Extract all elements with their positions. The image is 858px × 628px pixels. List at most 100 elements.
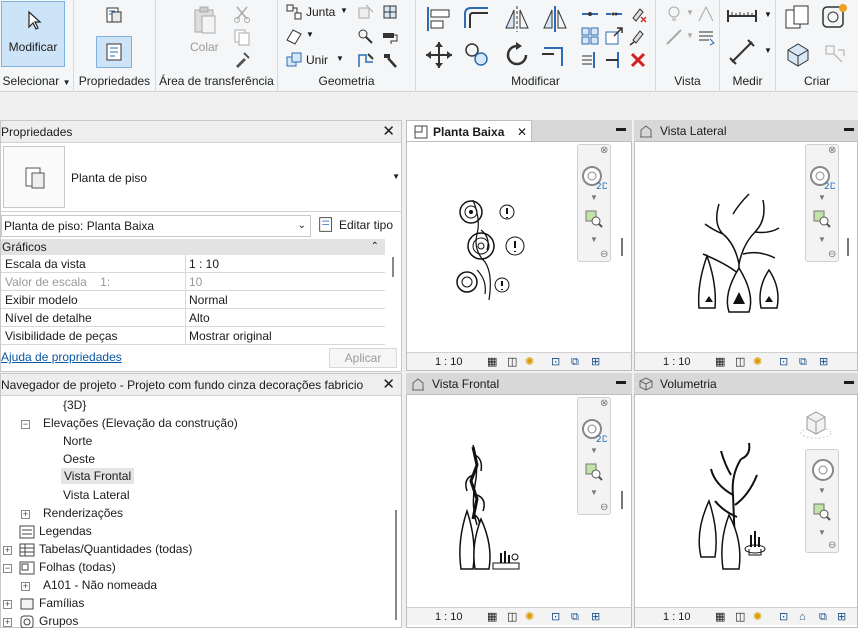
unite-label[interactable]: Unir: [306, 53, 328, 67]
tree-item-sheet-a101[interactable]: A101 - Não nomeada: [43, 578, 157, 592]
filter-lines-icon[interactable]: [696, 27, 716, 47]
edit-type-button[interactable]: Editar tipo: [317, 215, 399, 237]
property-row[interactable]: Visibilidade de peças Mostrar original: [1, 327, 385, 345]
visual-style-icon[interactable]: ◫: [735, 353, 745, 371]
split-element-icon[interactable]: [580, 4, 600, 24]
temporary-hide-icon[interactable]: ⧉: [819, 608, 827, 626]
close-icon[interactable]: ✕: [382, 121, 395, 143]
wall-joins-icon[interactable]: [380, 2, 400, 22]
view-scrollbar[interactable]: [847, 238, 849, 256]
tab-menu-icon[interactable]: ▬: [616, 123, 626, 134]
tree-item-groups[interactable]: Grupos: [39, 614, 78, 628]
hide-chevron-icon[interactable]: ▼: [686, 8, 694, 17]
sun-path-icon[interactable]: ✺: [525, 608, 534, 626]
temporary-hide-icon[interactable]: ⧉: [571, 353, 579, 371]
edit-profile-icon[interactable]: [356, 50, 376, 70]
copy-element-icon[interactable]: [462, 40, 492, 70]
create-assembly-icon[interactable]: [784, 40, 812, 68]
view-scrollbar[interactable]: [621, 491, 623, 509]
delete-icon[interactable]: [628, 50, 648, 70]
expand-toggle-icon[interactable]: +: [3, 600, 12, 609]
align-icon[interactable]: [424, 4, 454, 34]
crop-view-icon[interactable]: ⊡: [551, 608, 560, 626]
minus-icon[interactable]: ⊖: [828, 540, 836, 551]
offset-icon[interactable]: [462, 4, 492, 34]
join-chevron-icon[interactable]: ▼: [340, 6, 348, 15]
detail-level-icon[interactable]: ▦: [715, 608, 725, 626]
minus-icon[interactable]: ⊖: [828, 249, 836, 260]
detail-level-icon[interactable]: ▦: [715, 353, 725, 371]
tree-item-3d[interactable]: {3D}: [63, 398, 86, 412]
property-row[interactable]: Escala da vista 1 : 10: [1, 255, 385, 273]
dimension-chevron-icon[interactable]: ▼: [764, 46, 772, 55]
visual-style-icon[interactable]: ◫: [507, 353, 517, 371]
minus-icon[interactable]: ⊖: [600, 249, 608, 260]
tab-vista-lateral[interactable]: Vista Lateral: [634, 120, 760, 142]
split-gap-icon[interactable]: [604, 4, 624, 24]
view-scale[interactable]: 1 : 10: [663, 353, 691, 371]
visual-style-icon[interactable]: ◫: [507, 608, 517, 626]
sun-path-icon[interactable]: ✺: [753, 608, 762, 626]
browser-scrollbar[interactable]: [391, 396, 401, 628]
reveal-hidden-icon[interactable]: ⊞: [591, 353, 600, 371]
join-label[interactable]: Junta: [306, 5, 335, 19]
zoom-icon[interactable]: [584, 209, 604, 229]
steering-wheel-icon[interactable]: 2D: [809, 165, 835, 191]
cut-icon[interactable]: [232, 4, 252, 24]
chevron-down-icon[interactable]: ▼: [590, 193, 598, 202]
view-vista-lateral[interactable]: ⊗ 2D ▼ ▼ ⊖ 1 : 10 ▦ ◫ ✺ ⊡ ⧉ ⊞: [634, 141, 858, 371]
crop-view-icon[interactable]: ⊡: [779, 353, 788, 371]
type-selector[interactable]: Planta de piso ▼: [1, 144, 402, 212]
reveal-hidden-icon[interactable]: ⊞: [837, 608, 846, 626]
tree-item-sheets[interactable]: Folhas (todas): [39, 560, 116, 574]
view-scale[interactable]: 1 : 10: [663, 608, 691, 626]
type-properties-icon[interactable]: [104, 5, 124, 25]
cut-geometry-icon[interactable]: [356, 2, 376, 22]
property-row[interactable]: Exibir modelo Normal: [1, 291, 385, 309]
close-icon[interactable]: ⊗: [600, 145, 608, 156]
tree-item-legends[interactable]: Legendas: [39, 524, 92, 538]
properties-scrollbar[interactable]: [387, 255, 399, 345]
line-work-icon[interactable]: [664, 27, 684, 47]
trim-single-icon[interactable]: [604, 50, 624, 70]
match-properties-icon[interactable]: [232, 50, 252, 70]
steering-wheel-icon[interactable]: 2D: [581, 165, 607, 191]
navigation-bar[interactable]: ⊗ 2D ▼ ▼ ⊖: [577, 397, 611, 515]
chevron-down-icon[interactable]: ▼: [590, 488, 598, 497]
crop-view-icon[interactable]: ⊡: [779, 608, 788, 626]
close-icon[interactable]: ⊗: [600, 398, 608, 409]
view-vista-frontal[interactable]: ⊗ 2D ▼ ▼ ⊖ 1 : 10 ▦ ◫ ✺ ⊡ ⧉ ⊞: [406, 394, 632, 628]
mirror-draw-axis-icon[interactable]: [540, 4, 570, 34]
expand-toggle-icon[interactable]: +: [21, 582, 30, 591]
chevron-down-icon[interactable]: ▼: [590, 235, 598, 244]
detail-level-icon[interactable]: ▦: [487, 353, 497, 371]
sun-path-icon[interactable]: ✺: [525, 353, 534, 371]
instance-selector[interactable]: Planta de piso: Planta Baixa ⌄: [1, 215, 311, 237]
steering-wheel-icon[interactable]: [811, 458, 835, 482]
temporary-hide-icon[interactable]: ⧉: [799, 353, 807, 371]
modify-button[interactable]: Modificar: [1, 1, 65, 67]
collapse-toggle-icon[interactable]: −: [21, 420, 30, 429]
browser-scroll-thumb[interactable]: [395, 510, 397, 620]
tree-item-families[interactable]: Famílias: [39, 596, 84, 610]
navigation-bar[interactable]: ▼ ▼ ⊖: [805, 449, 839, 553]
chevron-down-icon[interactable]: ▼: [818, 193, 826, 202]
tree-item-front-view[interactable]: Vista Frontal: [61, 468, 135, 484]
tab-vista-frontal[interactable]: Vista Frontal: [406, 373, 532, 395]
tree-item-north[interactable]: Norte: [63, 434, 92, 448]
properties-help-link[interactable]: Ajuda de propriedades: [1, 350, 122, 364]
hammer-icon[interactable]: [380, 50, 400, 70]
trim-extend-icon[interactable]: [540, 40, 570, 70]
cope-icon[interactable]: [284, 2, 304, 22]
override-graphics-icon[interactable]: [696, 4, 716, 24]
view-scale[interactable]: 1 : 10: [435, 353, 463, 371]
demolish-icon[interactable]: [356, 26, 376, 46]
property-row[interactable]: Nível de detalhe Alto: [1, 309, 385, 327]
close-icon[interactable]: ✕: [382, 374, 395, 396]
split-face-chevron-icon[interactable]: ▼: [306, 30, 314, 39]
pin-icon[interactable]: [628, 26, 648, 46]
reveal-hidden-icon[interactable]: ⊞: [819, 353, 828, 371]
tab-menu-icon[interactable]: ▬: [844, 376, 854, 387]
unite-icon[interactable]: [284, 50, 304, 70]
properties-scroll-thumb[interactable]: [392, 257, 394, 277]
